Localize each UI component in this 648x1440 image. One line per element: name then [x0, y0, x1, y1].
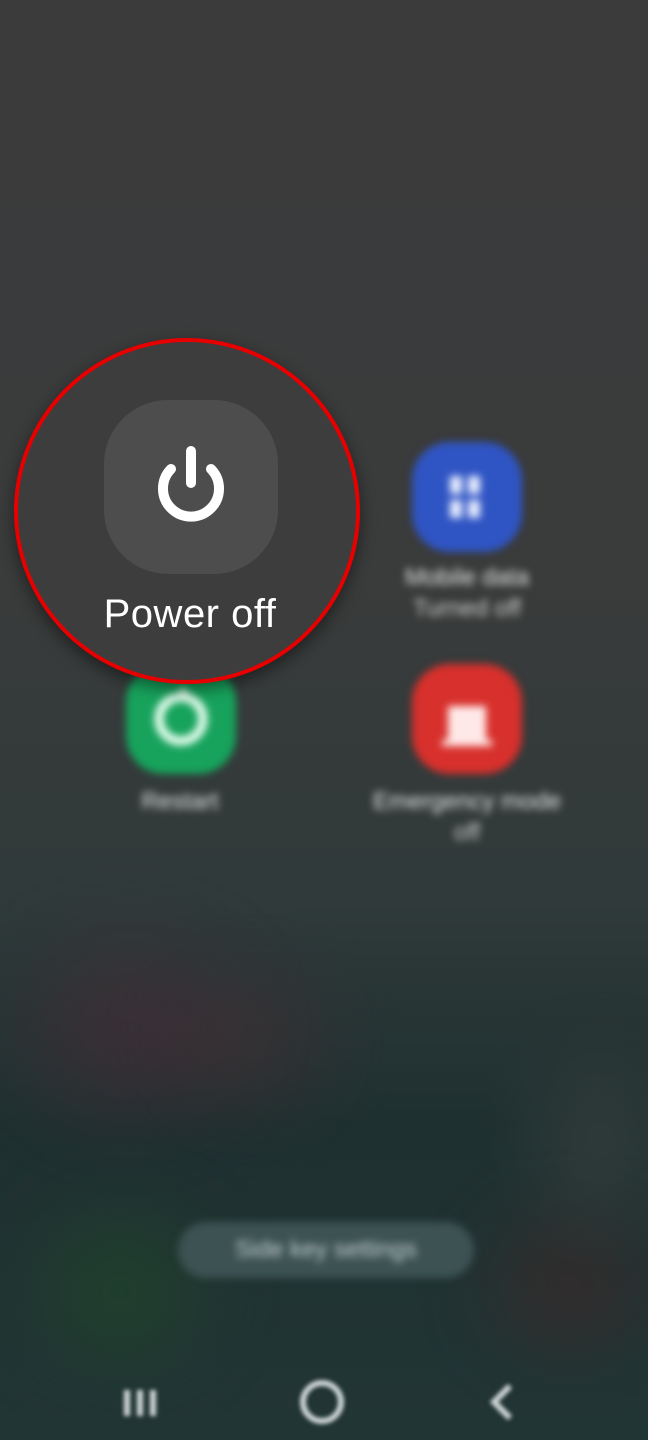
home-icon[interactable] — [298, 1378, 346, 1426]
power-icon — [158, 446, 224, 522]
power-off-label: Power off — [103, 592, 277, 636]
back-icon[interactable] — [484, 1382, 520, 1422]
side-key-settings-label: Side key settings — [235, 1236, 417, 1263]
navigation-bar — [0, 1360, 648, 1440]
recents-icon[interactable] — [118, 1386, 162, 1420]
power-off-button[interactable] — [104, 400, 278, 574]
